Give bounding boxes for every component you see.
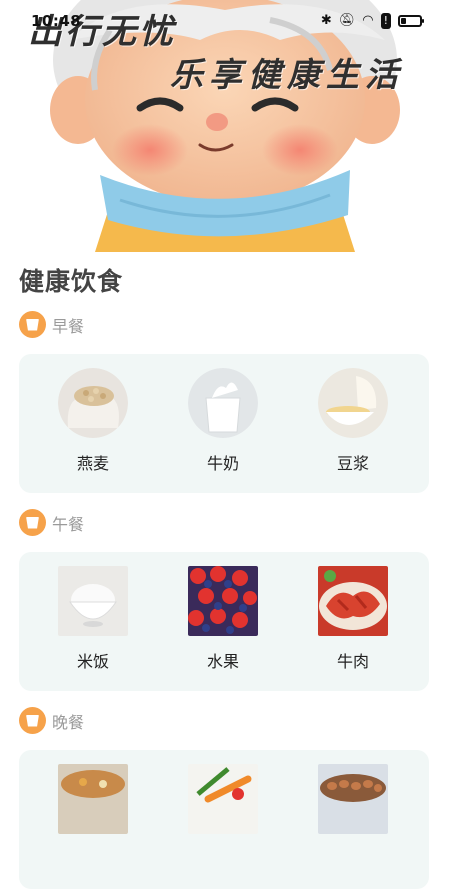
food-label: 燕麦 — [76, 454, 109, 473]
meal-header-dinner: 晚餐 — [19, 707, 84, 734]
section-title: 健康饮食 — [19, 267, 124, 296]
battery-level — [401, 18, 406, 24]
food-label: 水果 — [206, 652, 239, 671]
food-item-soy-milk[interactable]: 豆浆 — [293, 368, 413, 474]
meal-label: 早餐 — [52, 316, 85, 336]
beef-image — [318, 566, 388, 636]
fruit-image — [188, 566, 258, 636]
food-item-milk[interactable]: 牛奶 — [163, 368, 283, 474]
hero-title-line2: 乐享健康生活 — [170, 55, 404, 94]
food-item-fruit[interactable]: 水果 — [163, 566, 283, 672]
food-label: 牛奶 — [206, 454, 239, 473]
meal-label: 午餐 — [52, 514, 85, 534]
milk-image — [188, 368, 258, 438]
food-label: 牛肉 — [336, 652, 369, 671]
wifi-icon: ◠ — [362, 13, 374, 28]
food-label: 豆浆 — [336, 454, 369, 473]
food-item-beef[interactable]: 牛肉 — [293, 566, 413, 672]
food-item-eggs[interactable] — [293, 764, 413, 846]
vegetables-image — [188, 764, 258, 834]
cup-icon — [19, 509, 46, 536]
food-item-vegetables[interactable] — [163, 764, 283, 846]
food-item-oats[interactable]: 燕麦 — [33, 368, 153, 474]
status-time: 10:48 — [31, 12, 82, 30]
meal-card-lunch: 米饭 水果 牛肉 — [19, 552, 429, 691]
meal-label: 晚餐 — [52, 712, 85, 732]
food-label: 米饭 — [76, 652, 109, 671]
bell-off-icon: 🔕︎ — [338, 13, 356, 28]
soup-image — [58, 764, 128, 834]
food-item-soup[interactable] — [33, 764, 153, 846]
meal-card-dinner — [19, 750, 429, 889]
status-icons: ✱ 🔕︎ ◠ ! — [320, 13, 424, 29]
eggs-image — [318, 764, 388, 834]
meal-header-lunch: 午餐 — [19, 509, 84, 536]
meal-header-breakfast: 早餐 — [19, 311, 84, 338]
cup-icon — [19, 707, 46, 734]
cup-icon — [19, 311, 46, 338]
rice-image — [58, 566, 128, 636]
bluetooth-icon: ✱ — [320, 13, 332, 28]
meal-card-breakfast: 燕麦 牛奶 豆浆 — [19, 354, 429, 493]
food-item-rice[interactable]: 米饭 — [33, 566, 153, 672]
battery-icon — [398, 15, 424, 27]
hero-banner: 10:48 ✱ 🔕︎ ◠ ! 出行无忧 乐享健康生活 — [0, 0, 450, 252]
soy-milk-image — [318, 368, 388, 438]
status-bar: 10:48 ✱ 🔕︎ ◠ ! — [0, 0, 450, 46]
alert-icon: ! — [380, 13, 391, 29]
oats-image — [58, 368, 128, 438]
